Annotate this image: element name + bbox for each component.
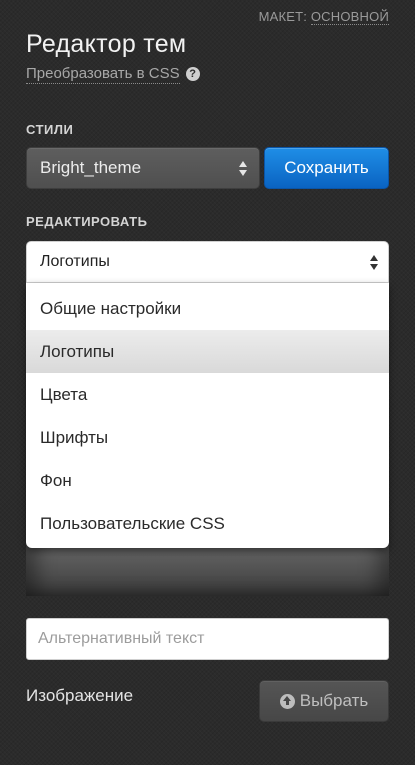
page-title: Редактор тем xyxy=(26,30,187,58)
select-arrows-icon xyxy=(370,254,378,270)
edit-dropdown-menu: Общие настройки Логотипы Цвета Шрифты Фо… xyxy=(26,283,389,548)
upload-circle-icon xyxy=(279,693,295,709)
menu-item-logos[interactable]: Логотипы xyxy=(26,330,389,373)
style-select-value: Bright_theme xyxy=(40,158,142,177)
convert-to-css: Преобразовать в CSS ? xyxy=(26,65,200,84)
choose-image-button[interactable]: Выбрать xyxy=(259,680,389,722)
edit-section-label: РЕДАКТИРОВАТЬ xyxy=(26,214,148,229)
layout-label: МАКЕТ: xyxy=(258,9,308,24)
menu-item-custom-css[interactable]: Пользовательские CSS xyxy=(26,502,389,545)
styles-section-label: СТИЛИ xyxy=(26,122,74,137)
layout-value-link[interactable]: ОСНОВНОЙ xyxy=(310,9,389,25)
image-label: Изображение xyxy=(26,686,134,705)
save-button[interactable]: Сохранить xyxy=(264,147,389,189)
style-select[interactable]: Bright_theme xyxy=(26,147,260,189)
menu-item-background[interactable]: Фон xyxy=(26,459,389,502)
menu-item-colors[interactable]: Цвета xyxy=(26,373,389,416)
select-arrows-icon xyxy=(239,160,247,176)
question-circle-icon[interactable]: ? xyxy=(185,66,200,81)
menu-item-fonts[interactable]: Шрифты xyxy=(26,416,389,459)
choose-button-label: Выбрать xyxy=(299,691,369,710)
alt-text-input[interactable] xyxy=(26,618,389,660)
layout-switch[interactable]: МАКЕТ: ОСНОВНОЙ xyxy=(258,9,389,25)
edit-section-select[interactable]: Логотипы xyxy=(26,241,389,283)
convert-to-css-link[interactable]: Преобразовать в CSS xyxy=(26,65,180,84)
menu-item-general[interactable]: Общие настройки xyxy=(26,287,389,330)
edit-select-value: Логотипы xyxy=(40,253,110,270)
